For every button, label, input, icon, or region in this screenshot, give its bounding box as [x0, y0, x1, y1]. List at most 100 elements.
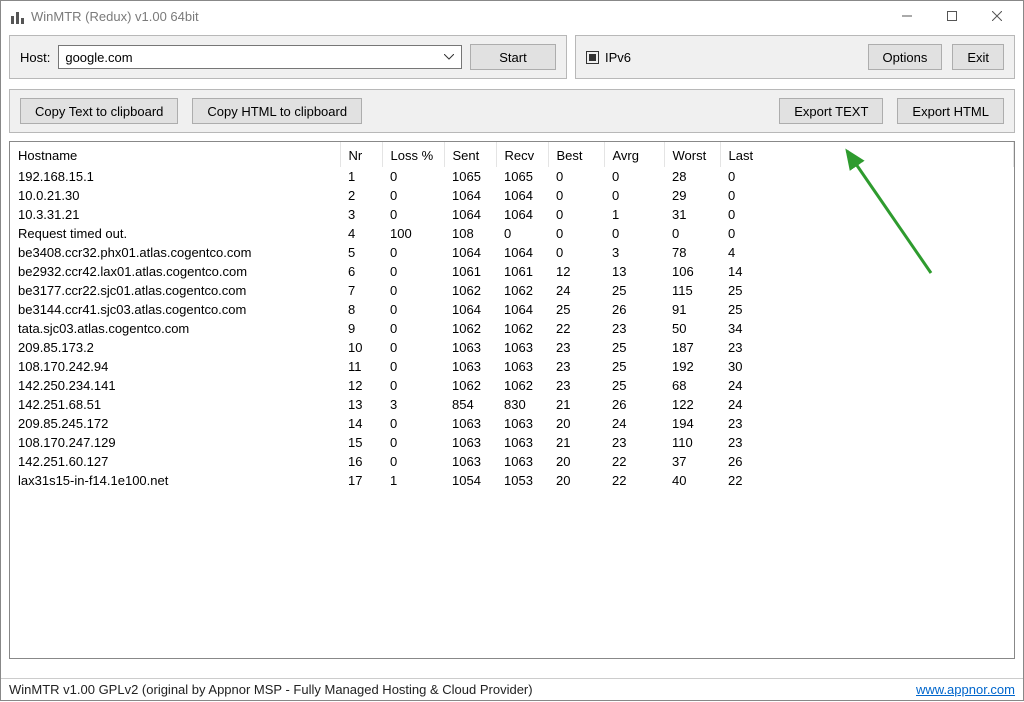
cell-worst: 91	[664, 300, 720, 319]
cell-loss: 0	[382, 186, 444, 205]
cell-loss: 0	[382, 414, 444, 433]
col-avrg[interactable]: Avrg	[604, 142, 664, 167]
col-best[interactable]: Best	[548, 142, 604, 167]
cell-hostname: 108.170.247.129	[10, 433, 340, 452]
cell-worst: 122	[664, 395, 720, 414]
maximize-button[interactable]	[929, 1, 974, 31]
export-text-button[interactable]: Export TEXT	[779, 98, 883, 124]
host-value: google.com	[65, 50, 441, 65]
cell-avrg: 0	[604, 224, 664, 243]
host-combobox[interactable]: google.com	[58, 45, 462, 69]
cell-hostname: 108.170.242.94	[10, 357, 340, 376]
table-row[interactable]: 10.3.31.21301064106401310	[10, 205, 1014, 224]
table-row[interactable]: 142.250.234.1411201062106223256824	[10, 376, 1014, 395]
exit-button[interactable]: Exit	[952, 44, 1004, 70]
table-row[interactable]: 209.85.245.17214010631063202419423	[10, 414, 1014, 433]
table-row[interactable]: lax31s15-in-f14.1e100.net171105410532022…	[10, 471, 1014, 490]
table-row[interactable]: 108.170.242.9411010631063232519230	[10, 357, 1014, 376]
cell-hostname: be3144.ccr41.sjc03.atlas.cogentco.com	[10, 300, 340, 319]
copy-text-button[interactable]: Copy Text to clipboard	[20, 98, 178, 124]
cell-hostname: be2932.ccr42.lax01.atlas.cogentco.com	[10, 262, 340, 281]
table-row[interactable]: 10.0.21.30201064106400290	[10, 186, 1014, 205]
cell-last: 0	[720, 167, 1014, 186]
cell-avrg: 0	[604, 186, 664, 205]
table-header-row: Hostname Nr Loss % Sent Recv Best Avrg W…	[10, 142, 1014, 167]
cell-last: 24	[720, 376, 1014, 395]
cell-loss: 0	[382, 452, 444, 471]
ipv6-checkbox[interactable]: IPv6	[586, 50, 631, 65]
col-sent[interactable]: Sent	[444, 142, 496, 167]
table-row[interactable]: Request timed out.410010800000	[10, 224, 1014, 243]
cell-sent: 1054	[444, 471, 496, 490]
table-row[interactable]: 142.251.68.51133854830212612224	[10, 395, 1014, 414]
table-row[interactable]: 108.170.247.12915010631063212311023	[10, 433, 1014, 452]
table-row[interactable]: be3144.ccr41.sjc03.atlas.cogentco.com801…	[10, 300, 1014, 319]
col-worst[interactable]: Worst	[664, 142, 720, 167]
cell-last: 0	[720, 224, 1014, 243]
cell-nr: 14	[340, 414, 382, 433]
copy-html-button[interactable]: Copy HTML to clipboard	[192, 98, 362, 124]
cell-best: 21	[548, 395, 604, 414]
table-row[interactable]: 142.251.60.1271601063106320223726	[10, 452, 1014, 471]
cell-avrg: 23	[604, 319, 664, 338]
cell-loss: 0	[382, 300, 444, 319]
options-button[interactable]: Options	[868, 44, 943, 70]
cell-hostname: tata.sjc03.atlas.cogentco.com	[10, 319, 340, 338]
col-loss[interactable]: Loss %	[382, 142, 444, 167]
results-table[interactable]: Hostname Nr Loss % Sent Recv Best Avrg W…	[9, 141, 1015, 659]
cell-hostname: be3408.ccr32.phx01.atlas.cogentco.com	[10, 243, 340, 262]
app-icon	[9, 8, 25, 24]
cell-loss: 0	[382, 262, 444, 281]
options-panel: IPv6 Options Exit	[575, 35, 1015, 79]
cell-worst: 106	[664, 262, 720, 281]
table-row[interactable]: be3408.ccr32.phx01.atlas.cogentco.com501…	[10, 243, 1014, 262]
start-button[interactable]: Start	[470, 44, 556, 70]
cell-nr: 5	[340, 243, 382, 262]
titlebar: WinMTR (Redux) v1.00 64bit	[1, 1, 1023, 31]
table-row[interactable]: be2932.ccr42.lax01.atlas.cogentco.com601…	[10, 262, 1014, 281]
col-last[interactable]: Last	[720, 142, 1014, 167]
minimize-button[interactable]	[884, 1, 929, 31]
cell-nr: 3	[340, 205, 382, 224]
status-text: WinMTR v1.00 GPLv2 (original by Appnor M…	[9, 682, 533, 697]
cell-recv: 1065	[496, 167, 548, 186]
table-row[interactable]: 192.168.15.1101065106500280	[10, 167, 1014, 186]
cell-avrg: 24	[604, 414, 664, 433]
table-row[interactable]: 209.85.173.210010631063232518723	[10, 338, 1014, 357]
cell-worst: 192	[664, 357, 720, 376]
cell-recv: 1064	[496, 243, 548, 262]
cell-worst: 115	[664, 281, 720, 300]
cell-last: 23	[720, 433, 1014, 452]
cell-sent: 1064	[444, 186, 496, 205]
cell-loss: 0	[382, 357, 444, 376]
col-hostname[interactable]: Hostname	[10, 142, 340, 167]
cell-loss: 0	[382, 319, 444, 338]
cell-hostname: 10.0.21.30	[10, 186, 340, 205]
cell-last: 0	[720, 186, 1014, 205]
cell-best: 23	[548, 357, 604, 376]
cell-recv: 830	[496, 395, 548, 414]
cell-sent: 1064	[444, 300, 496, 319]
cell-nr: 4	[340, 224, 382, 243]
cell-hostname: 192.168.15.1	[10, 167, 340, 186]
table-row[interactable]: tata.sjc03.atlas.cogentco.com90106210622…	[10, 319, 1014, 338]
cell-sent: 1065	[444, 167, 496, 186]
cell-recv: 1064	[496, 300, 548, 319]
cell-loss: 3	[382, 395, 444, 414]
cell-recv: 0	[496, 224, 548, 243]
cell-recv: 1063	[496, 452, 548, 471]
col-nr[interactable]: Nr	[340, 142, 382, 167]
appnor-link[interactable]: www.appnor.com	[916, 682, 1015, 697]
col-recv[interactable]: Recv	[496, 142, 548, 167]
cell-avrg: 13	[604, 262, 664, 281]
export-html-button[interactable]: Export HTML	[897, 98, 1004, 124]
table-row[interactable]: be3177.ccr22.sjc01.atlas.cogentco.com701…	[10, 281, 1014, 300]
status-bar: WinMTR v1.00 GPLv2 (original by Appnor M…	[1, 678, 1023, 700]
cell-recv: 1064	[496, 186, 548, 205]
host-panel: Host: google.com Start	[9, 35, 567, 79]
cell-best: 12	[548, 262, 604, 281]
cell-last: 14	[720, 262, 1014, 281]
cell-recv: 1062	[496, 319, 548, 338]
cell-nr: 9	[340, 319, 382, 338]
close-button[interactable]	[974, 1, 1019, 31]
